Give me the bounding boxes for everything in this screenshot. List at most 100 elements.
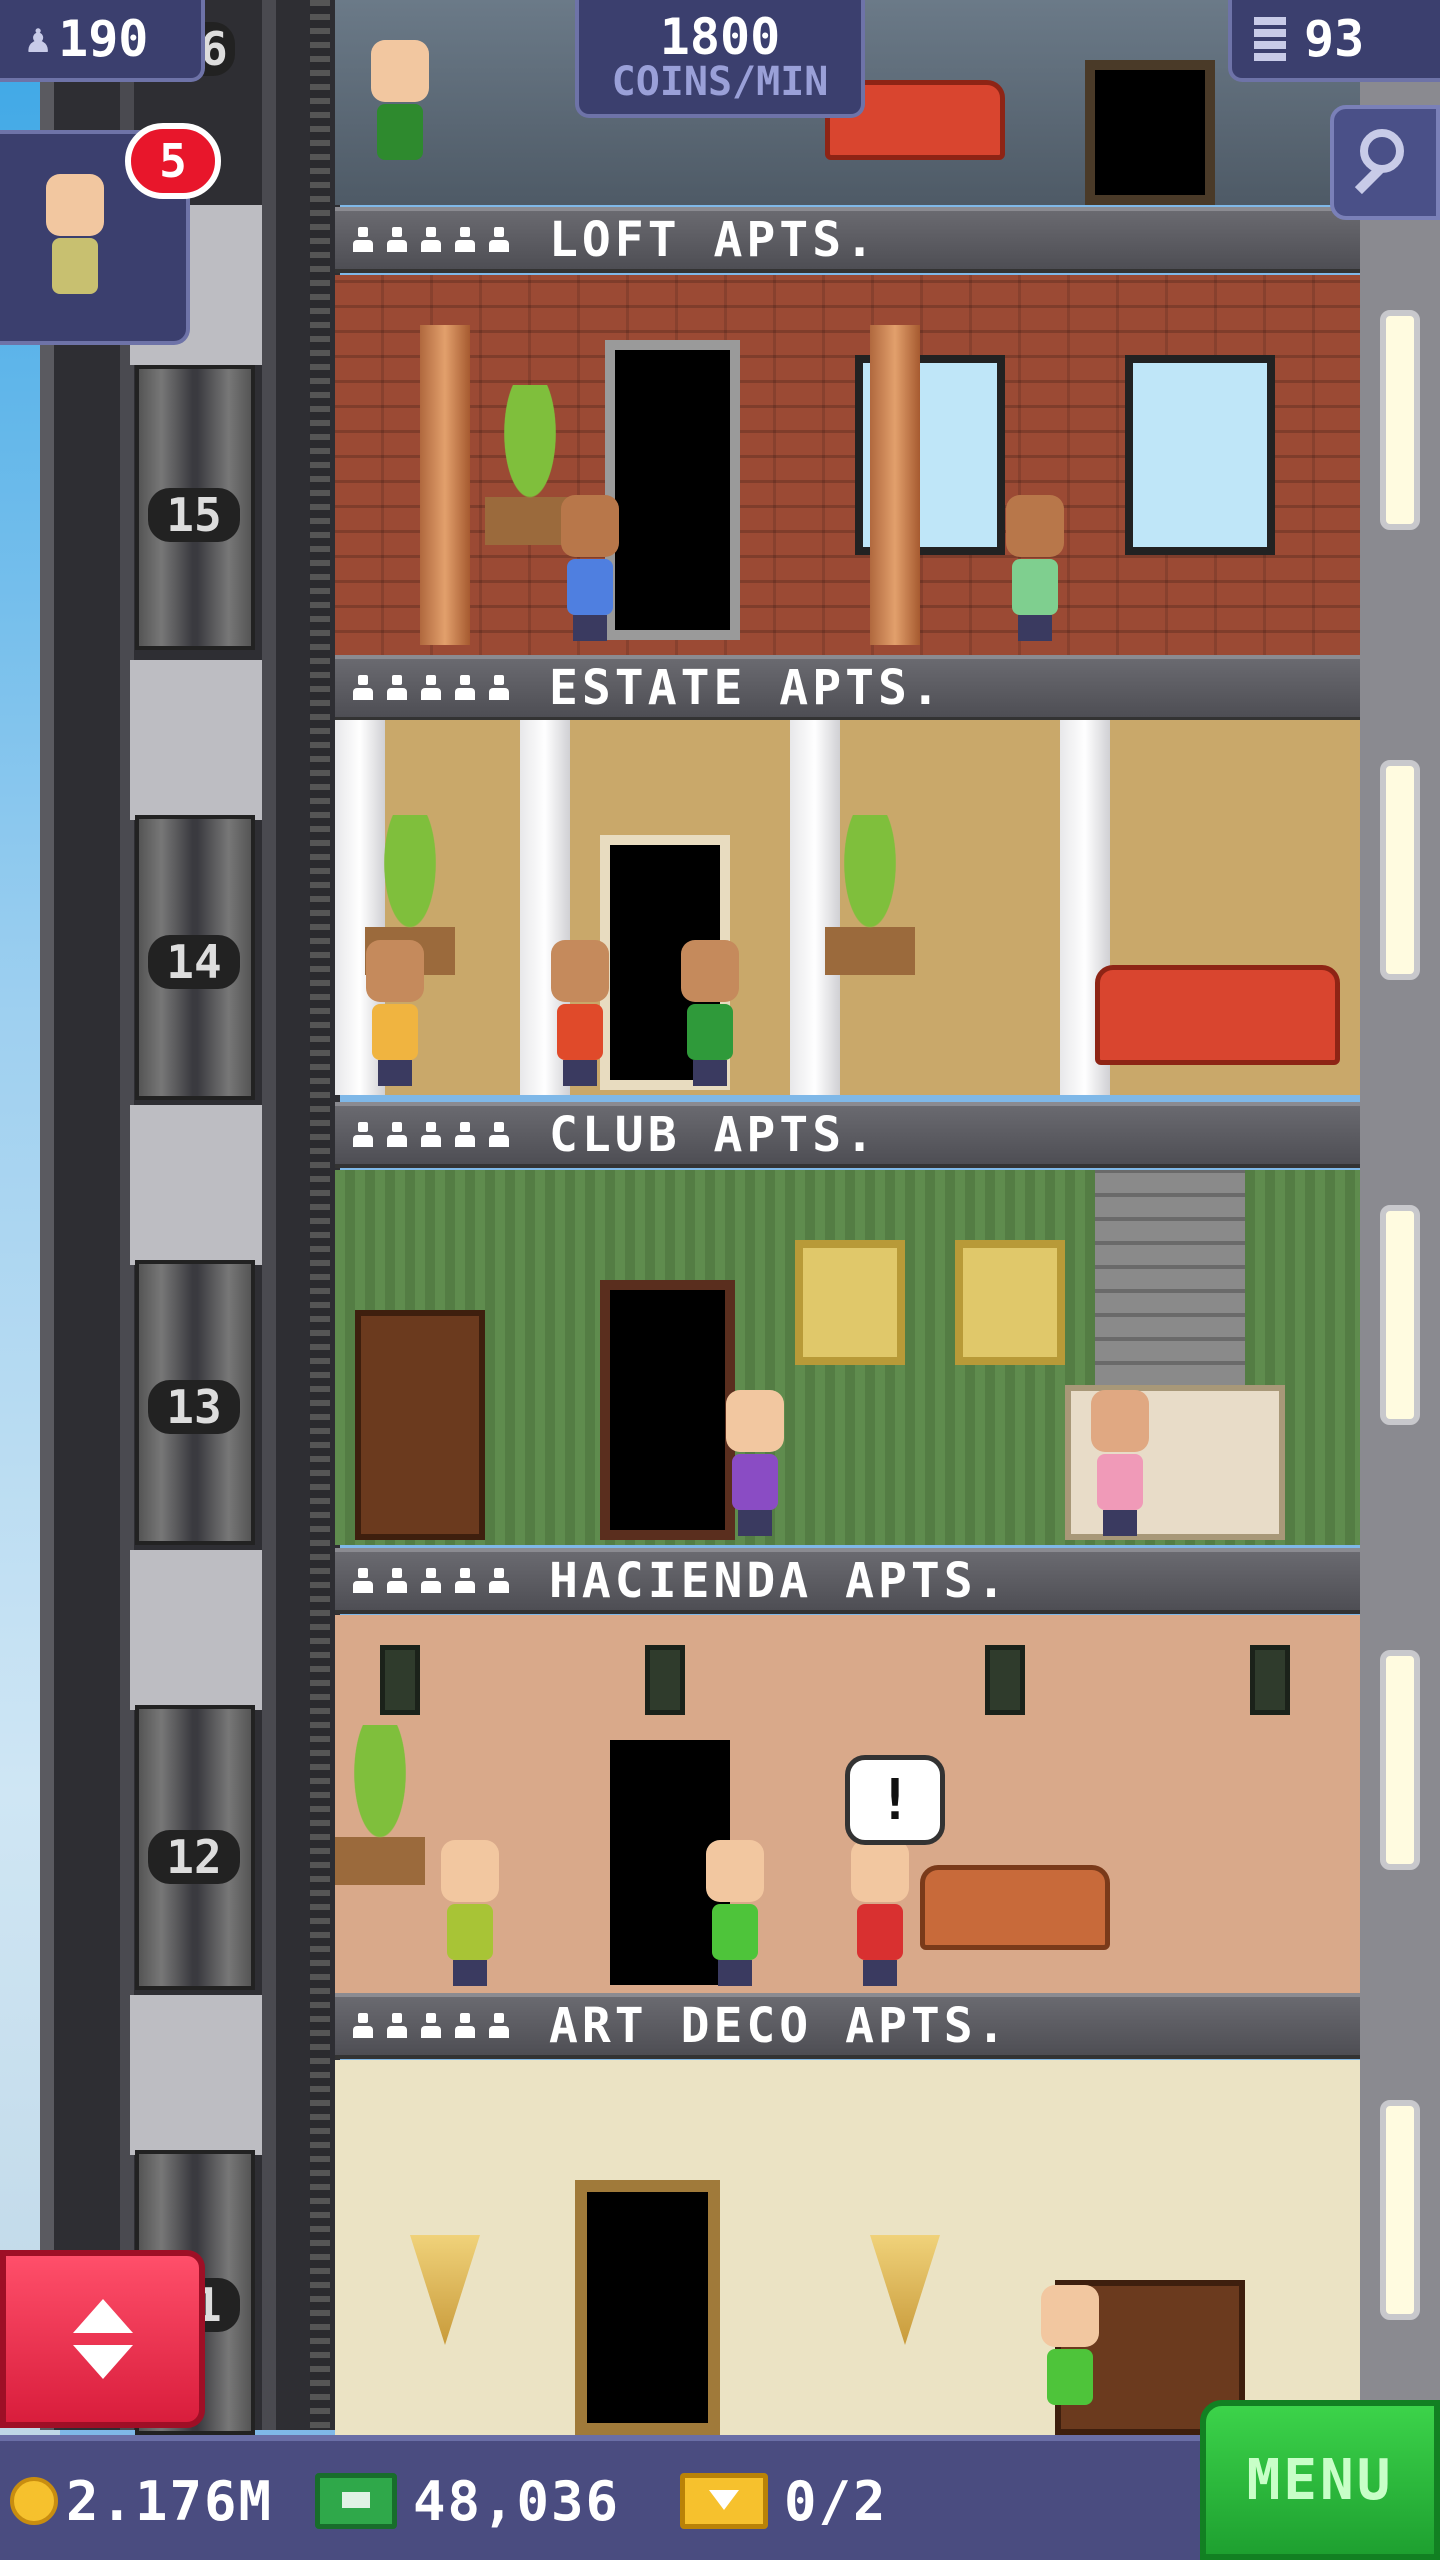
person-icon xyxy=(421,227,441,253)
resident[interactable] xyxy=(545,940,615,1090)
loft-window xyxy=(1125,355,1275,555)
resident[interactable] xyxy=(675,940,745,1090)
resident-legs xyxy=(1103,1510,1137,1536)
resident[interactable] xyxy=(365,40,435,190)
wall-sconce xyxy=(870,2235,940,2345)
resident[interactable] xyxy=(1085,1390,1155,1540)
search-icon xyxy=(1360,129,1404,173)
coins-value: 2.176M xyxy=(66,2469,274,2533)
resident-legs xyxy=(863,1960,897,1986)
coins-display[interactable]: 2.176M xyxy=(10,2469,274,2533)
fireplace-opening xyxy=(1085,60,1215,205)
floor-banner-hacienda[interactable]: HACIENDA APTS. xyxy=(335,1548,1360,1614)
resident[interactable] xyxy=(360,940,430,1090)
avatar-body xyxy=(52,238,98,294)
floor-banner-estate[interactable]: ESTATE APTS. xyxy=(335,655,1360,721)
bux-display[interactable]: 48,036 xyxy=(315,2469,621,2533)
occupancy-pips xyxy=(353,1568,509,1594)
portrait-frame xyxy=(955,1240,1065,1365)
resident[interactable] xyxy=(720,1390,790,1540)
floor-name: ESTATE APTS. xyxy=(549,660,944,716)
resident[interactable] xyxy=(700,1840,770,1990)
wall-sconce xyxy=(410,2235,480,2345)
coins-per-min-label: COINS/MIN xyxy=(611,59,829,105)
resident-legs xyxy=(453,1960,487,1986)
person-icon xyxy=(421,1568,441,1594)
shaft-rail xyxy=(262,0,276,2430)
apartment-door xyxy=(605,340,740,640)
search-button[interactable] xyxy=(1330,105,1440,220)
person-icon xyxy=(421,675,441,701)
floor-number-14: 14 xyxy=(148,935,240,989)
floor-banner-club[interactable]: CLUB APTS. xyxy=(335,1102,1360,1168)
elevator-updown-icon xyxy=(72,2299,133,2333)
resident[interactable] xyxy=(1035,2285,1105,2435)
resident-head xyxy=(1006,495,1064,557)
floor-name: CLUB APTS. xyxy=(549,1107,878,1163)
hanging-lantern xyxy=(1250,1645,1290,1715)
potted-plant xyxy=(825,815,915,975)
person-icon xyxy=(387,675,407,701)
coin-icon xyxy=(10,2477,58,2525)
resident-body xyxy=(567,559,613,615)
pillar xyxy=(870,325,920,645)
floor-banner-artdeco[interactable]: ART DECO APTS. xyxy=(335,1993,1360,2059)
resident[interactable] xyxy=(845,1840,915,1990)
person-icon xyxy=(387,2013,407,2039)
resident-body xyxy=(1047,2349,1093,2405)
potted-plant xyxy=(335,1725,425,1885)
person-icon xyxy=(353,1122,373,1148)
person-icon xyxy=(489,227,509,253)
person-icon xyxy=(489,675,509,701)
resident-body xyxy=(377,104,423,160)
avatar-head xyxy=(46,174,104,236)
floor-name: ART DECO APTS. xyxy=(549,1998,1010,2054)
population-counter[interactable]: ♟ 190 xyxy=(0,0,205,82)
coins-per-min-value: 1800 xyxy=(659,8,781,66)
bux-value: 48,036 xyxy=(413,2469,621,2533)
resident[interactable] xyxy=(555,495,625,645)
resident-legs xyxy=(718,1960,752,1986)
resident-head xyxy=(1091,1390,1149,1452)
person-icon xyxy=(353,1568,373,1594)
elevator-lintel xyxy=(130,660,262,820)
floor-room-loft[interactable] xyxy=(335,275,1360,655)
resident-body xyxy=(1012,559,1058,615)
floor-room-estate[interactable] xyxy=(335,720,1360,1095)
notification-badge: 5 xyxy=(125,123,221,199)
floor-room-club[interactable] xyxy=(335,1170,1360,1545)
resident-body xyxy=(857,1904,903,1960)
floor-banner-loft[interactable]: LOFT APTS. xyxy=(335,207,1360,273)
floor-name: HACIENDA APTS. xyxy=(549,1553,1010,1609)
person-icon xyxy=(455,675,475,701)
floor-room-artdeco[interactable] xyxy=(335,2060,1360,2435)
floor-name: LOFT APTS. xyxy=(549,212,878,268)
ticket-icon xyxy=(680,2473,768,2529)
floor-count-button[interactable]: 93 xyxy=(1228,0,1440,82)
resident-head xyxy=(1041,2285,1099,2347)
resident-body xyxy=(447,1904,493,1960)
resident-legs xyxy=(378,1060,412,1086)
resident-legs xyxy=(693,1060,727,1086)
search-icon-handle xyxy=(1354,165,1384,195)
speech-bubble[interactable]: ! xyxy=(845,1755,945,1845)
resident[interactable] xyxy=(435,1840,505,1990)
coins-per-min-display: 1800 COINS/MIN xyxy=(575,0,865,118)
pillar xyxy=(420,325,470,645)
resident-legs xyxy=(1018,615,1052,641)
person-icon xyxy=(353,227,373,253)
resident-head xyxy=(441,1840,499,1902)
floor-number-12: 12 xyxy=(148,1830,240,1884)
shaft-rail xyxy=(40,0,54,2430)
person-icon xyxy=(489,1122,509,1148)
tickets-value: 0/2 xyxy=(784,2469,888,2533)
resident-head xyxy=(371,40,429,102)
resident-legs xyxy=(573,615,607,641)
resident[interactable] xyxy=(1000,495,1070,645)
menu-button[interactable]: MENU xyxy=(1200,2400,1440,2560)
tickets-display[interactable]: 0/2 xyxy=(680,2469,888,2533)
person-icon xyxy=(489,1568,509,1594)
elevator-control-button[interactable] xyxy=(0,2250,205,2428)
bux-icon xyxy=(315,2473,397,2529)
occupancy-pips xyxy=(353,1122,509,1148)
